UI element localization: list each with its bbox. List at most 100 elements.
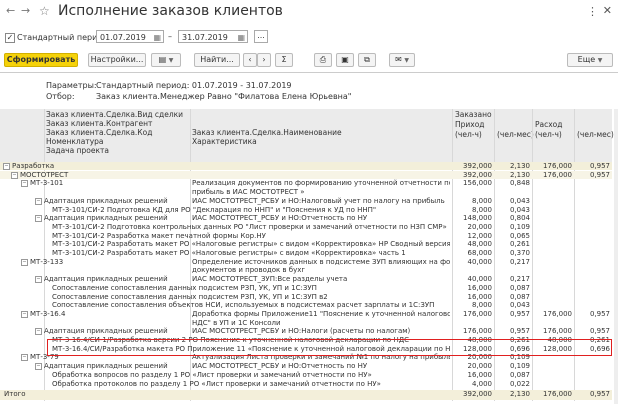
tree-leaf-icon xyxy=(43,381,48,386)
collapse-toggle-icon[interactable]: − xyxy=(21,258,28,266)
table-row[interactable]: − МОСТОТРЕСТ 392,000 2,130 176,000 0,957 xyxy=(0,170,612,179)
tree-leaf-icon xyxy=(43,233,48,238)
income-months-value: 0,848 xyxy=(509,179,530,188)
table-row[interactable]: НДС" в УП и 1С Консоли xyxy=(0,319,612,327)
table-row[interactable]: МТ-3-101/СИ-2 Разработать макет РО «Нало… xyxy=(0,249,612,257)
table-row[interactable]: − МТ-3-133 Определение источников данных в… xyxy=(0,258,612,266)
row-description: прибыль в ИАС МОСТОТРЕСТ » xyxy=(192,188,305,197)
table-row[interactable]: документов и проводок в бухг xyxy=(0,266,612,274)
tree-leaf-icon xyxy=(43,302,48,307)
table-row[interactable]: прибыль в ИАС МОСТОТРЕСТ » xyxy=(0,188,612,196)
table-row[interactable]: − Адаптация прикладных решений ИАС МОСТОТР… xyxy=(0,214,612,223)
header-nomenclature: Номенклатура xyxy=(46,137,104,146)
vertical-scrollbar[interactable] xyxy=(614,109,618,404)
income-months-value: 0,087 xyxy=(509,292,530,301)
forward-arrow-icon[interactable]: → xyxy=(21,5,30,17)
table-row[interactable]: Обработка протоколов по разделу 1 РО «Ли… xyxy=(0,380,612,388)
collapse-toggle-icon[interactable]: − xyxy=(35,215,42,223)
row-name: Адаптация прикладных решений xyxy=(44,327,168,336)
more-button[interactable]: Еще ▼ xyxy=(567,53,613,67)
highlight-frame xyxy=(47,339,612,356)
collapse-toggle-icon[interactable]: − xyxy=(21,180,28,188)
income-months-value: 0,022 xyxy=(509,379,530,388)
settings-button[interactable]: Настройки... xyxy=(88,53,146,67)
more-options-icon[interactable]: ⋮ xyxy=(587,5,598,18)
standard-period-checkbox[interactable]: ✓ xyxy=(5,33,15,43)
expense-months-value: 0,957 xyxy=(589,309,610,318)
generate-button[interactable]: Сформировать xyxy=(4,53,78,67)
tree-leaf-icon xyxy=(43,285,48,290)
income-months-value: 0,065 xyxy=(509,231,530,240)
table-row[interactable]: − Адаптация прикладных решений ИАС МОСТОТР… xyxy=(0,197,612,205)
table-row[interactable]: − МТ-3-16.4 Доработка формы Приложение11 "… xyxy=(0,310,612,318)
row-description: НДС" в УП и 1С Консоли xyxy=(192,318,281,327)
income-hours-value: 48,000 xyxy=(467,240,493,249)
favorite-star-icon[interactable]: ☆ xyxy=(39,5,50,17)
copy-icon[interactable]: ⧉ xyxy=(358,53,376,67)
row-name: Разработка xyxy=(12,162,55,170)
income-hours-value: 392,000 xyxy=(463,162,492,170)
header-income: Приход xyxy=(455,120,485,129)
table-row[interactable]: Обработка вопросов по разделу 1 РО «Лист… xyxy=(0,371,612,379)
table-row[interactable]: МТ-3-101/СИ-2 Подготовка КД для РО "Декл… xyxy=(0,206,612,214)
table-row[interactable]: − Адаптация прикладных решений ИАС МОСТОТР… xyxy=(0,275,612,284)
variant-button[interactable]: ▤ ▼ xyxy=(151,53,181,67)
table-row[interactable]: Сопоставление сопоставления данных подси… xyxy=(0,293,612,301)
collapse-toggle-icon[interactable]: − xyxy=(3,163,10,170)
income-months-value: 2,130 xyxy=(509,170,530,179)
calendar-icon[interactable]: ▦ xyxy=(237,31,245,44)
collapse-toggle-icon[interactable]: − xyxy=(11,171,18,179)
table-row[interactable]: − Адаптация прикладных решений ИАС МОСТОТР… xyxy=(0,327,612,336)
table-row[interactable]: − Адаптация прикладных решений ИАС МОСТОТР… xyxy=(0,362,612,371)
table-row[interactable]: − Разработка 392,000 2,130 176,000 0,957 xyxy=(0,162,612,170)
row-name: Адаптация прикладных решений xyxy=(44,196,168,205)
find-next-icon[interactable]: › xyxy=(257,53,271,67)
report-table[interactable]: Заказ клиента.Сделка.Вид сделки Заказ кл… xyxy=(0,109,614,404)
collapse-toggle-icon[interactable]: − xyxy=(21,354,28,362)
report-variant-icon: ▤ xyxy=(158,55,167,64)
toolbar-divider xyxy=(0,72,618,73)
print-icon[interactable]: ⎙ xyxy=(314,53,332,67)
row-name: МТ-3-101/СИ-2 Подготовка КД для РО "Декл… xyxy=(52,205,377,214)
find-previous-icon[interactable]: ‹ xyxy=(243,53,257,67)
calendar-icon[interactable]: ▦ xyxy=(153,31,161,44)
table-row[interactable]: МТ-3-101/СИ-2 Подготовка контрольных дан… xyxy=(0,223,612,231)
date-from-field[interactable]: 01.07.2019 ▦ xyxy=(96,30,164,43)
income-hours-value: 20,000 xyxy=(467,362,493,371)
income-months-value: 0,087 xyxy=(509,370,530,379)
header-project-task: Задача проекта xyxy=(46,146,109,155)
date-to-field[interactable]: 31.07.2019 ▦ xyxy=(178,30,248,43)
expense-hours-value: 176,000 xyxy=(543,170,572,179)
income-hours-value: 8,000 xyxy=(471,196,492,205)
total-income-months: 2,130 xyxy=(509,390,530,399)
tree-leaf-icon xyxy=(43,224,48,229)
period-row: ✓ Стандартный период: 01.07.2019 ▦ – 31.… xyxy=(0,30,618,46)
collapse-toggle-icon[interactable]: − xyxy=(35,363,42,371)
back-arrow-icon[interactable]: ← xyxy=(6,5,15,17)
row-description: ИАС МОСТОТРЕСТ_РСБУ и НО:Отчетность по Н… xyxy=(192,214,368,223)
collapse-toggle-icon[interactable]: − xyxy=(35,197,42,205)
find-button[interactable]: Найти... xyxy=(194,53,240,67)
sum-button[interactable]: Σ xyxy=(275,53,293,67)
income-hours-value: 12,000 xyxy=(467,231,493,240)
row-name: Сопоставление сопоставления объектов НСИ… xyxy=(52,301,435,310)
header-expense-hours: (чел-ч) xyxy=(535,130,562,139)
table-row[interactable]: Сопоставление сопоставления данных подси… xyxy=(0,284,612,292)
income-months-value: 0,109 xyxy=(509,222,530,231)
chevron-down-icon: ▼ xyxy=(404,57,409,64)
send-email-icon[interactable]: ✉ ▼ xyxy=(389,53,415,67)
table-row[interactable]: Сопоставление сопоставления объектов НСИ… xyxy=(0,301,612,309)
table-row[interactable]: МТ-3-101/СИ-2 Разработать макет РО «Нало… xyxy=(0,240,612,248)
collapse-toggle-icon[interactable]: − xyxy=(21,310,28,318)
tree-leaf-icon xyxy=(43,294,48,299)
close-icon[interactable]: ✕ xyxy=(603,4,612,17)
table-row[interactable]: МТ-3-101/СИ-2 Разработка макет печатной … xyxy=(0,232,612,240)
collapse-toggle-icon[interactable]: − xyxy=(35,276,42,284)
total-row: Итого 392,000 2,130 176,000 0,957 xyxy=(0,390,612,401)
collapse-toggle-icon[interactable]: − xyxy=(35,328,42,336)
income-hours-value: 8,000 xyxy=(471,301,492,310)
header-income-hours: (чел-ч) xyxy=(455,130,482,139)
save-icon[interactable]: ▣ xyxy=(336,53,354,67)
period-select-button[interactable]: ... xyxy=(254,30,268,43)
table-row[interactable]: − МТ-3-101 Реализация документов по формир… xyxy=(0,179,612,188)
